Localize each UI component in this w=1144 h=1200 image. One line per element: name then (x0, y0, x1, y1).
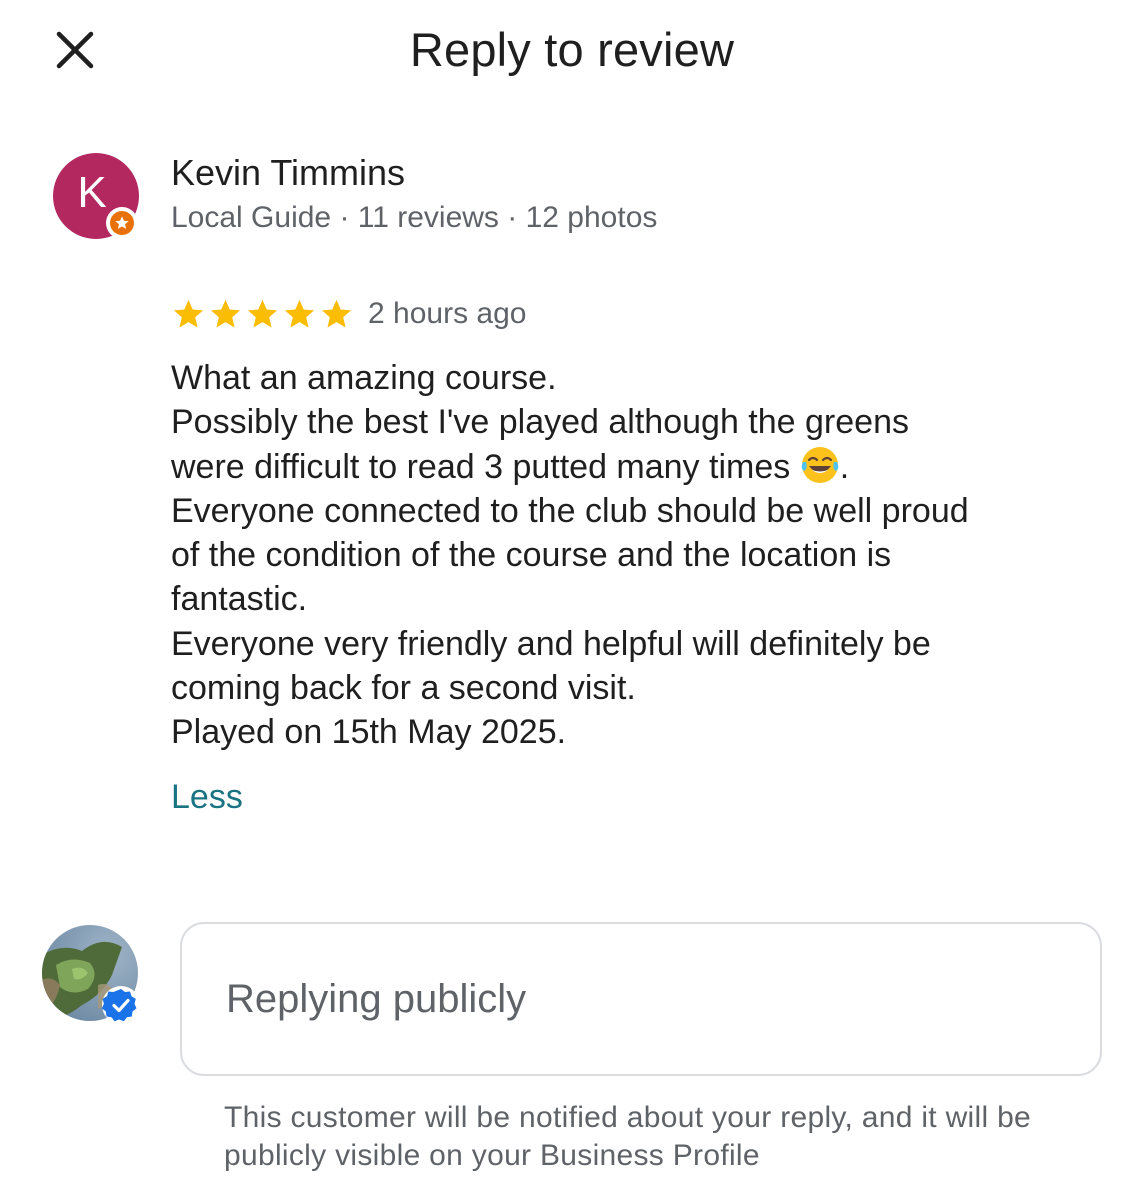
reviewer-name[interactable]: Kevin Timmins (171, 152, 405, 194)
less-link[interactable]: Less (171, 778, 243, 817)
star-icon (321, 299, 352, 327)
tears-of-joy-emoji-icon (801, 446, 838, 483)
star-icon (247, 299, 278, 327)
star-icon (284, 299, 315, 327)
star-rating (171, 297, 354, 332)
review-text: What an amazing course. Possibly the bes… (171, 356, 1111, 755)
review-line: of the condition of the course and the l… (171, 536, 892, 575)
verified-check-icon (101, 986, 140, 1024)
reply-input[interactable] (226, 976, 1100, 1022)
star-icon (210, 299, 241, 327)
reply-field[interactable] (180, 922, 1102, 1076)
review-line: Possibly the best I've played although t… (171, 403, 909, 442)
reply-notice: This customer will be notified about you… (224, 1101, 1032, 1172)
review-line: Played on 15th May 2025. (171, 713, 567, 752)
review-line: Everyone connected to the club should be… (171, 491, 969, 530)
local-guide-badge (106, 207, 138, 239)
review-line: Everyone very friendly and helpful will … (171, 624, 931, 663)
reply-to-review-screen: Reply to review K Kevin Timmins Local Gu… (0, 0, 1144, 1200)
reviewer-initial: K (77, 168, 107, 217)
review-time: 2 hours ago (368, 297, 527, 330)
reviewer-meta: Local Guide · 11 reviews · 12 photos (171, 201, 658, 234)
review-line: What an amazing course. (171, 359, 557, 397)
review-line: were difficult to read 3 putted many tim… (171, 445, 1111, 489)
rating-row: 2 hours ago (171, 294, 526, 334)
local-guide-star-icon (115, 216, 129, 229)
star-icon (173, 299, 204, 327)
page-title: Reply to review (409, 23, 735, 76)
review-line: coming back for a second visit. (171, 669, 636, 708)
review-line: fantastic. (171, 580, 308, 619)
